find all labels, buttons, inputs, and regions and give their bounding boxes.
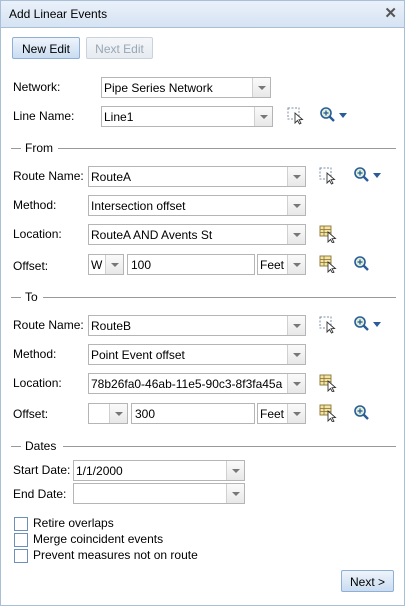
line-name-label: Line Name: [13, 109, 75, 123]
chevron-down-icon[interactable] [287, 196, 305, 215]
zoom-to-icon[interactable] [353, 315, 385, 333]
next-button[interactable]: Next > [341, 570, 394, 592]
chevron-down-icon[interactable] [287, 345, 305, 364]
from-route-name-value: RouteA [91, 170, 132, 184]
to-method-select[interactable]: Point Event offset [88, 344, 306, 365]
dates-section-title: Dates [25, 439, 57, 453]
chevron-down-icon[interactable] [252, 78, 270, 97]
from-section-title: From [25, 141, 53, 155]
to-route-name-label: Route Name: [13, 318, 84, 332]
end-date-label: End Date: [13, 487, 67, 501]
chevron-down-icon[interactable] [287, 374, 305, 393]
from-direction-value: W [91, 258, 103, 272]
chevron-down-icon[interactable] [105, 255, 123, 274]
from-units-value: Feet [260, 258, 285, 272]
start-date-label: Start Date: [13, 463, 71, 477]
select-on-map-icon[interactable] [319, 167, 337, 185]
line-name-value: Line1 [104, 110, 134, 124]
to-units-value: Feet [260, 407, 285, 421]
from-method-label: Method: [13, 198, 57, 212]
pick-location-icon[interactable] [319, 225, 337, 244]
chevron-down-icon[interactable] [226, 461, 244, 480]
line-name-select[interactable]: Line1 [101, 106, 273, 127]
chevron-down-icon[interactable] [287, 404, 305, 423]
pick-offset-icon[interactable] [319, 404, 337, 423]
from-location-select[interactable]: RouteA AND Avents St [88, 224, 306, 245]
from-offset-label: Offset: [13, 259, 49, 273]
from-method-value: Intersection offset [91, 199, 186, 213]
from-direction-select[interactable]: W [88, 254, 124, 275]
to-location-label: Location: [13, 376, 62, 390]
from-units-select[interactable]: Feet [257, 254, 306, 275]
to-offset-input[interactable]: 300 [131, 403, 255, 424]
dates-section-header: Dates [11, 439, 396, 453]
select-on-map-icon[interactable] [287, 107, 305, 125]
to-route-name-value: RouteB [91, 319, 132, 333]
zoom-to-icon[interactable] [353, 404, 371, 422]
to-location-select[interactable]: 78b26fa0-46ab-11e5-90c3-8f3fa45a [88, 373, 306, 394]
chevron-down-icon[interactable] [287, 255, 305, 274]
chevron-down-icon[interactable] [287, 167, 305, 186]
panel-title: Add Linear Events [9, 7, 108, 21]
prevent-measures-label: Prevent measures not on route [33, 548, 198, 562]
chevron-down-icon[interactable] [287, 225, 305, 244]
from-location-value: RouteA AND Avents St [91, 228, 213, 242]
chevron-down-icon[interactable] [254, 107, 272, 126]
from-method-select[interactable]: Intersection offset [88, 195, 306, 216]
to-direction-select[interactable] [88, 403, 128, 424]
prevent-measures-checkbox[interactable] [14, 549, 28, 563]
to-section-header: To [11, 290, 396, 304]
merge-coincident-label: Merge coincident events [33, 532, 164, 546]
from-offset-value: 100 [131, 258, 152, 272]
start-date-value: 1/1/2000 [76, 464, 123, 478]
to-offset-value: 300 [135, 407, 156, 421]
end-date-picker[interactable] [73, 483, 245, 504]
select-on-map-icon[interactable] [319, 316, 337, 334]
from-location-label: Location: [13, 227, 62, 241]
chevron-down-icon[interactable] [287, 316, 305, 335]
chevron-down-icon[interactable] [226, 484, 244, 503]
start-date-picker[interactable]: 1/1/2000 [73, 460, 245, 481]
from-route-name-select[interactable]: RouteA [88, 166, 306, 187]
to-offset-label: Offset: [13, 407, 49, 421]
chevron-down-icon[interactable] [109, 404, 127, 423]
network-label: Network: [13, 80, 61, 94]
zoom-to-icon[interactable] [319, 106, 351, 124]
to-route-name-select[interactable]: RouteB [88, 315, 306, 336]
next-edit-button[interactable]: Next Edit [86, 37, 153, 59]
zoom-to-icon[interactable] [353, 166, 385, 184]
pick-offset-icon[interactable] [319, 255, 337, 274]
from-section-header: From [11, 141, 396, 155]
network-select[interactable]: Pipe Series Network [101, 77, 271, 98]
to-method-label: Method: [13, 347, 57, 361]
retire-overlaps-label: Retire overlaps [33, 516, 114, 530]
from-offset-input[interactable]: 100 [127, 254, 255, 275]
title-bar: Add Linear Events ✕ [1, 1, 404, 28]
add-linear-events-panel: Add Linear Events ✕ New Edit Next Edit N… [0, 0, 405, 606]
pick-location-icon[interactable] [319, 374, 337, 393]
zoom-to-icon[interactable] [353, 255, 371, 273]
to-section-title: To [25, 290, 38, 304]
to-location-value: 78b26fa0-46ab-11e5-90c3-8f3fa45a [91, 377, 283, 391]
merge-coincident-checkbox[interactable] [14, 533, 28, 547]
retire-overlaps-checkbox[interactable] [14, 517, 28, 531]
to-units-select[interactable]: Feet [257, 403, 306, 424]
close-icon[interactable]: ✕ [384, 4, 397, 22]
from-route-name-label: Route Name: [13, 169, 84, 183]
new-edit-button[interactable]: New Edit [12, 37, 80, 59]
to-method-value: Point Event offset [91, 348, 185, 362]
network-value: Pipe Series Network [104, 81, 213, 95]
